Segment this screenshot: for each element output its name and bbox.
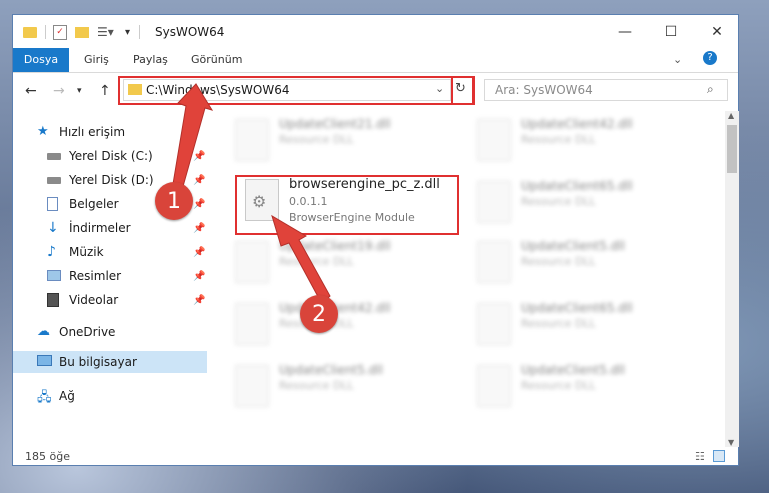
sidebar-item-videos[interactable]: Videolar 📌 [13,289,207,311]
status-bar: 185 öğe ☷ [13,447,738,467]
pin-icon[interactable]: 📌 [193,247,205,258]
properties-icon[interactable]: ✓ [53,24,67,40]
drive-icon [47,153,61,160]
pictures-icon [47,270,61,281]
file-icon [477,181,511,223]
title-bar: ✓ ☰▾ ▾ SysWOW64 — ☐ ✕ [13,15,738,48]
search-placeholder: Ara: SysWOW64 [495,83,593,97]
scrollbar-thumb[interactable] [727,125,737,173]
pin-icon[interactable]: 📌 [193,295,205,306]
tab-view[interactable]: Görünüm [191,48,242,72]
customize-toolbar-icon[interactable]: ▾ [125,27,130,38]
recent-locations-icon[interactable]: ▾ [77,86,82,96]
help-icon[interactable]: ? [703,51,717,65]
sidebar-item-pictures[interactable]: Resimler 📌 [13,265,207,287]
up-arrow-icon[interactable]: ↑ [99,83,111,99]
navigation-pane: ★ Hızlı erişim Yerel Disk (C:) 📌 Yerel D… [13,111,207,447]
tab-home[interactable]: Giriş [84,48,109,72]
sidebar-item-local-disk-c[interactable]: Yerel Disk (C:) 📌 [13,145,207,167]
list-item[interactable]: UpdateClient65.dll Resource DLL [471,175,701,231]
file-icon [477,241,511,283]
file-icon [477,119,511,161]
large-icons-view-icon[interactable] [713,450,725,462]
folder-icon [23,26,37,38]
close-button[interactable]: ✕ [694,15,740,48]
file-highlight-box [235,175,459,235]
drive-icon [47,177,61,184]
file-icon [477,365,511,407]
view-icon[interactable]: ☰▾ [97,25,114,39]
network-icon: 🖧 [37,390,52,405]
list-item[interactable]: UpdateClient5.dll Resource DLL [229,359,459,415]
videos-icon [47,293,59,307]
tab-file[interactable]: Dosya [13,48,69,72]
chevron-down-icon[interactable]: ⌄ [673,53,682,66]
sidebar-item-onedrive[interactable]: ☁ OneDrive [13,321,207,343]
sidebar-item-this-pc[interactable]: Bu bilgisayar [13,351,207,373]
details-view-icon[interactable]: ☷ [695,450,705,463]
item-count: 185 öğe [25,450,70,463]
list-item[interactable]: UpdateClient42.dll Resource DLL [471,113,701,169]
step-1-badge: 1 [155,182,193,220]
search-icon[interactable]: ⌕ [707,82,714,97]
file-list: UpdateClient21.dll Resource DLL UpdateCl… [209,111,723,449]
sidebar-item-network[interactable]: 🖧 Ağ [13,385,207,407]
pin-icon[interactable]: 📌 [193,271,205,282]
vertical-scrollbar[interactable]: ▲ ▼ [725,111,739,447]
file-icon [235,119,269,161]
new-folder-icon[interactable] [75,26,89,38]
maximize-button[interactable]: ☐ [648,15,694,48]
star-icon: ★ [37,124,49,139]
list-item[interactable]: UpdateClient21.dll Resource DLL [229,113,459,169]
scroll-down-icon[interactable]: ▼ [728,438,734,447]
navigation-bar: ← → ▾ ↑ C:\Windows\SysWOW64 ⌄ ↻ Ara: Sys… [13,73,738,109]
step-2-badge: 2 [300,295,338,333]
list-item[interactable]: UpdateClient5.dll Resource DLL [471,359,701,415]
search-input[interactable]: Ara: SysWOW64 ⌕ [484,79,728,101]
sidebar-item-quick-access[interactable]: ★ Hızlı erişim [13,121,207,143]
minimize-button[interactable]: — [602,15,648,48]
file-icon [235,303,269,345]
file-icon [477,303,511,345]
address-highlight-box [118,76,474,105]
list-item[interactable]: UpdateClient42.dll Resource DLL [229,297,459,353]
pin-icon[interactable]: 📌 [193,175,205,186]
explorer-window: ✓ ☰▾ ▾ SysWOW64 — ☐ ✕ Dosya Giriş Paylaş… [12,14,739,466]
list-item[interactable]: UpdateClient5.dll Resource DLL [471,235,701,291]
pin-icon[interactable]: 📌 [193,223,205,234]
back-arrow-icon[interactable]: ← [25,83,37,99]
refresh-highlight-box [451,76,475,105]
documents-icon [47,197,58,211]
quick-access-toolbar: ✓ ☰▾ ▾ [23,23,140,41]
cloud-icon: ☁ [37,324,50,339]
list-item[interactable]: UpdateClient19.dll Resource DLL [229,235,459,291]
forward-arrow-icon[interactable]: → [53,83,65,99]
sidebar-item-music[interactable]: ♪ Müzik 📌 [13,241,207,263]
download-icon: ↓ [47,220,59,236]
file-icon [235,365,269,407]
list-item[interactable]: UpdateClient65.dll Resource DLL [471,297,701,353]
pin-icon[interactable]: 📌 [193,151,205,162]
file-icon [235,241,269,283]
sidebar-item-downloads[interactable]: ↓ İndirmeler 📌 [13,217,207,239]
pin-icon[interactable]: 📌 [193,199,205,210]
scroll-up-icon[interactable]: ▲ [728,111,734,120]
ribbon-tabs: Dosya Giriş Paylaş Görünüm ⌄ ? [13,48,738,73]
window-title: SysWOW64 [155,25,225,39]
tab-share[interactable]: Paylaş [133,48,168,72]
music-icon: ♪ [47,244,56,260]
computer-icon [37,355,52,366]
